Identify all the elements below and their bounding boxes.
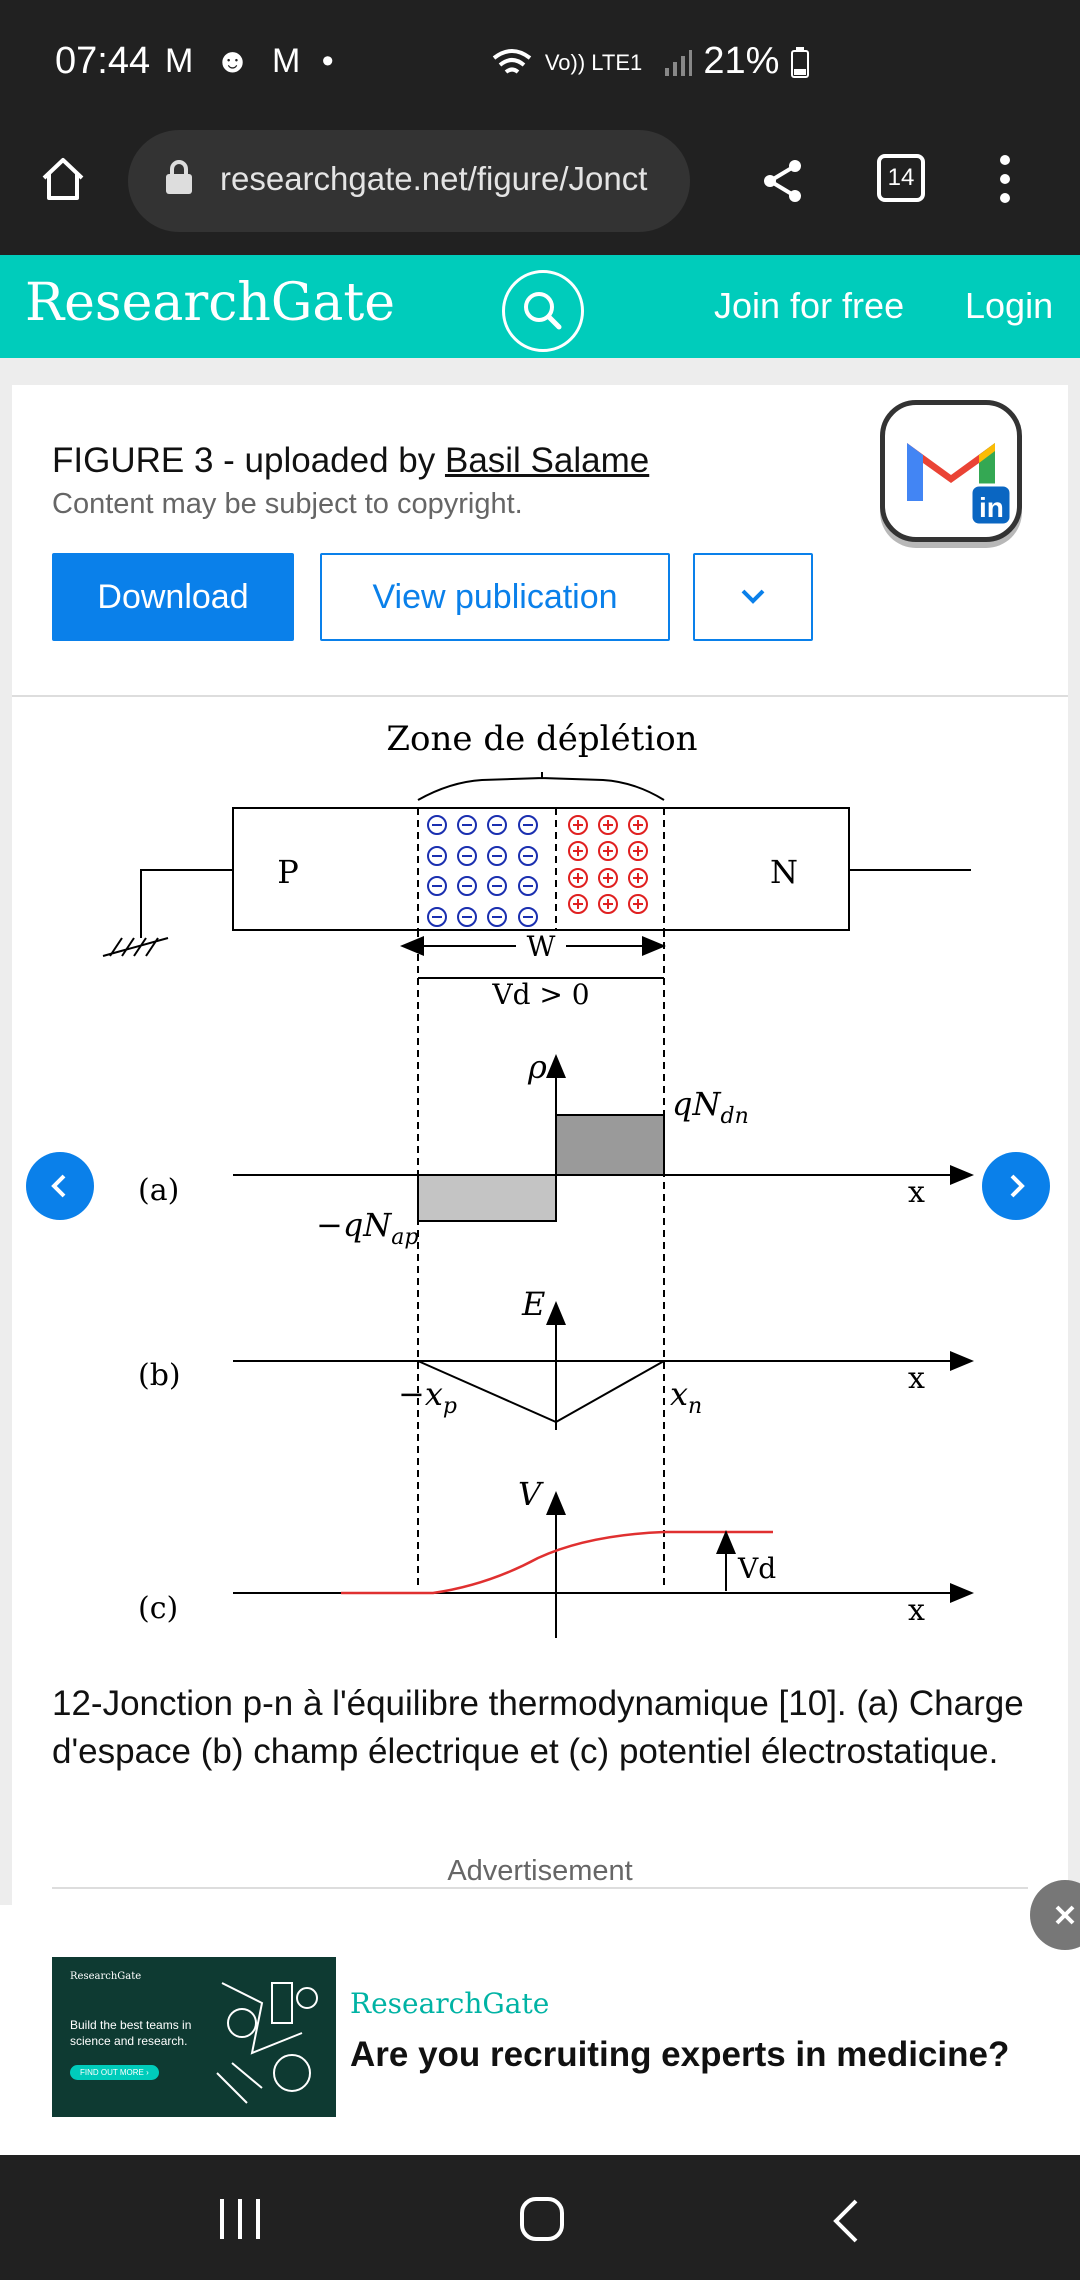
battery-icon [790, 40, 810, 82]
status-time: 07:44 [55, 40, 151, 82]
login-link[interactable]: Login [965, 285, 1053, 327]
url-text: researchgate.net/figure/Jonct [220, 160, 648, 197]
vd-potential-label: Vd [737, 1552, 776, 1585]
gmail-linkedin-floating-icon[interactable]: in [880, 400, 1022, 542]
download-button[interactable]: Download [52, 553, 294, 641]
xp-label: −xp [398, 1375, 457, 1419]
p-label: P [277, 853, 299, 891]
figure-title-prefix: FIGURE 3 - uploaded by [52, 441, 445, 480]
xn-label: xn [670, 1375, 702, 1419]
ad-image[interactable]: ResearchGate Build the best teams in sci… [52, 1957, 336, 2117]
battery-level: 21% [703, 40, 780, 82]
depletion-zone-title: Zone de déplétion [386, 720, 697, 759]
recent-apps-icon[interactable] [216, 2197, 264, 2246]
ad-image-cta[interactable]: FIND OUT MORE › [70, 2065, 159, 2080]
figure-image: Zone de déplétion P N W Vd > 0 ρ qNdn −q… [98, 719, 988, 1640]
dot-icon: • [321, 42, 340, 80]
positive-ions [568, 815, 648, 914]
ad-image-brand: ResearchGate [70, 1971, 142, 1982]
tab-count[interactable]: 14 [877, 154, 925, 202]
copyright-notice: Content may be subject to copyright. [52, 488, 523, 520]
junction-box [232, 807, 850, 931]
v-label: V [518, 1475, 544, 1513]
researchgate-header: ResearchGate Join for free Login [0, 255, 1080, 358]
home-icon[interactable] [38, 154, 88, 209]
view-publication-button[interactable]: View publication [320, 553, 670, 641]
share-icon[interactable] [760, 158, 806, 209]
menu-icon[interactable] [997, 154, 1013, 209]
x-label-b: x [908, 1361, 925, 1396]
back-icon[interactable] [828, 2197, 864, 2250]
divider [52, 1887, 1028, 1889]
e-label: E [521, 1285, 545, 1323]
svg-text:in: in [979, 492, 1004, 523]
label-a: (a) [138, 1173, 179, 1208]
label-b: (b) [138, 1358, 181, 1393]
previous-figure-button[interactable] [26, 1152, 94, 1220]
network-label: Vo)) LTE1 [544, 49, 643, 75]
negative-charge-region [417, 1174, 557, 1222]
x-label-c: x [908, 1593, 925, 1628]
lock-icon [164, 160, 194, 196]
rho-label: ρ [527, 1048, 547, 1086]
zone-brace [417, 772, 665, 801]
ad-banner[interactable]: ResearchGate Build the best teams in sci… [0, 1905, 1080, 2155]
researchgate-logo[interactable]: ResearchGate [25, 273, 395, 333]
address-bar[interactable]: researchgate.net/figure/Jonct [128, 130, 690, 232]
qndn-label: qNdn [672, 1085, 749, 1129]
figure-caption: 12-Jonction p-n à l'équilibre thermodyna… [52, 1684, 1024, 1771]
messenger-icon: ☻ [214, 42, 257, 80]
science-illustration [216, 1982, 318, 2104]
advertisement-label: Advertisement [447, 1855, 633, 1887]
ground-symbol [102, 869, 233, 957]
figure-title: FIGURE 3 - uploaded by Basil Salame [52, 441, 649, 481]
label-c: (c) [138, 1591, 178, 1626]
author-link[interactable]: Basil Salame [445, 441, 649, 480]
status-bar: 07:44 M ☻ M • Vo)) LTE1 21% [0, 0, 1080, 130]
close-ad-icon[interactable] [1030, 1880, 1080, 1950]
n-label: N [770, 853, 798, 891]
ad-headline[interactable]: Are you recruiting experts in medicine? [350, 2035, 1009, 2075]
browser-toolbar: researchgate.net/figure/Jonct 14 [0, 130, 1080, 255]
next-figure-button[interactable] [982, 1152, 1050, 1220]
more-options-button[interactable] [693, 553, 813, 641]
status-right: Vo)) LTE1 21% [490, 40, 810, 83]
join-link[interactable]: Join for free [714, 285, 904, 327]
divider [12, 695, 1068, 697]
ad-image-text: Build the best teams in science and rese… [70, 2018, 192, 2048]
system-navigation-bar [0, 2155, 1080, 2280]
x-label-a: x [908, 1175, 925, 1210]
signal-icon [663, 40, 704, 82]
negative-ions [427, 815, 538, 927]
wifi-icon [490, 40, 545, 82]
notification-icons: M ☻ M • [165, 42, 340, 81]
qnap-label: −qNap [316, 1206, 419, 1250]
ad-brand[interactable]: ResearchGate [350, 1987, 549, 2020]
gmail-icon: M [272, 42, 307, 80]
search-icon[interactable] [502, 270, 584, 352]
positive-charge-region [555, 1114, 665, 1176]
gmail-icon: M [165, 42, 200, 80]
w-label: W [527, 930, 556, 963]
vd-label: Vd > 0 [491, 978, 589, 1011]
home-button-icon[interactable] [518, 2195, 566, 2248]
